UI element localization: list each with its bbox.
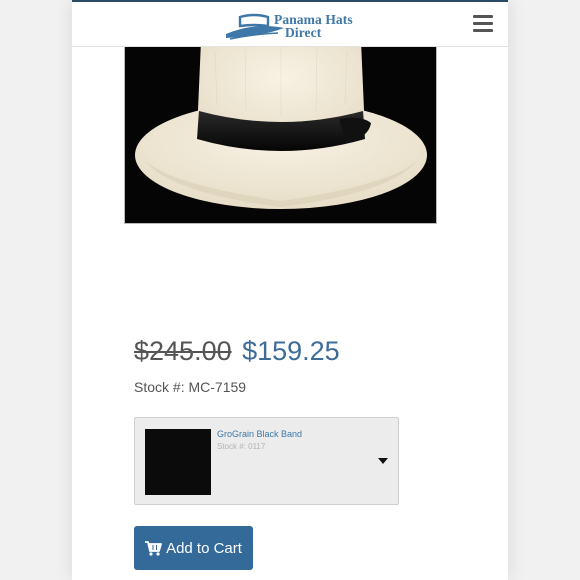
price-row: $245.00 $159.25	[134, 336, 340, 367]
band-swatch	[145, 429, 211, 495]
band-option-stock: Stock #: 0117	[217, 442, 266, 451]
add-to-cart-label: Add to Cart	[166, 539, 242, 557]
product-page: Panama Hats Direct $245.00 $159.25 Stock…	[72, 0, 508, 580]
original-price: $245.00	[134, 336, 232, 366]
brand-name-line2: Direct	[285, 25, 322, 40]
caret-down-icon[interactable]	[378, 458, 388, 464]
add-to-cart-button[interactable]: Add to Cart	[134, 526, 253, 570]
hamburger-menu-icon[interactable]	[473, 15, 493, 33]
stock-number: Stock #: MC-7159	[134, 379, 247, 395]
sale-price: $159.25	[242, 336, 340, 366]
brand-logo[interactable]: Panama Hats Direct	[224, 8, 364, 44]
band-option-name: GroGrain Black Band	[217, 429, 303, 439]
product-image	[124, 40, 437, 224]
shopping-cart-icon	[145, 540, 162, 556]
band-option-select[interactable]: GroGrain Black Band Stock #: 0117	[134, 417, 399, 505]
site-header: Panama Hats Direct	[72, 0, 508, 47]
